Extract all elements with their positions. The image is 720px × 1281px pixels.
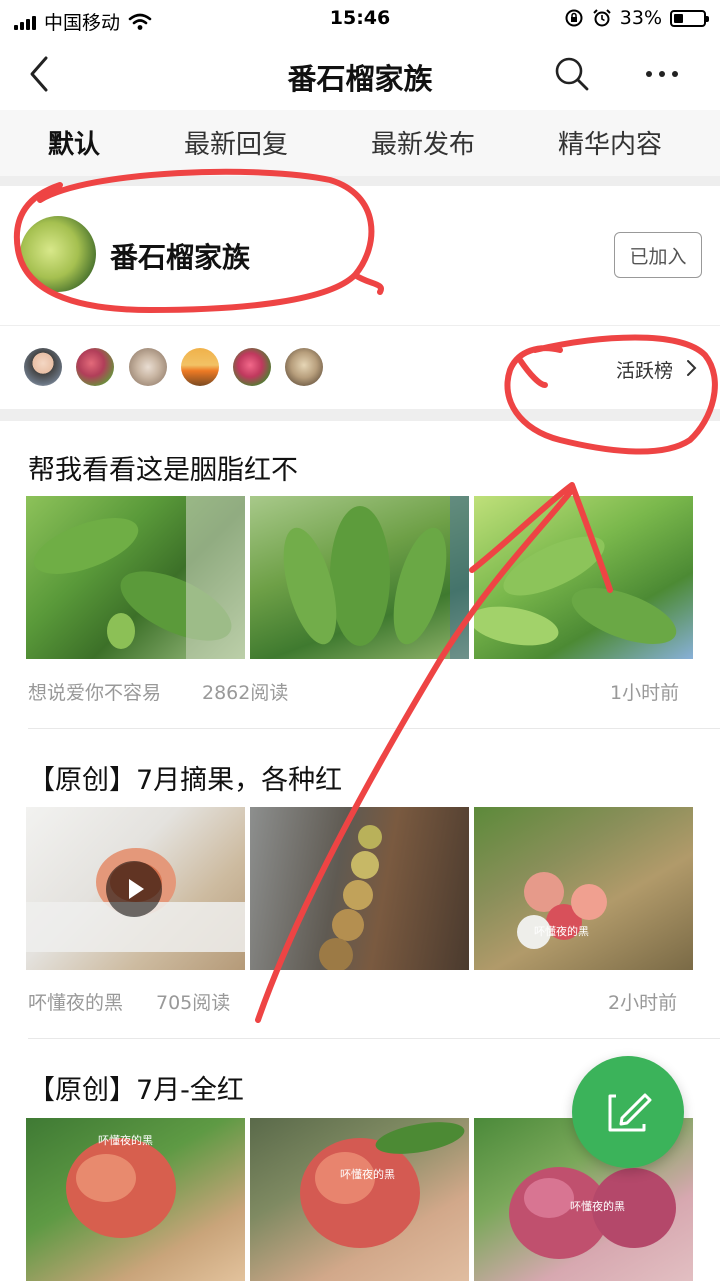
post-image[interactable]: 吥懂夜的黑 [26, 1118, 245, 1281]
alarm-icon [593, 9, 611, 27]
nav-bar: 番石榴家族 [0, 38, 720, 110]
post-image[interactable]: 吥懂夜的黑 [250, 1118, 469, 1281]
battery-percent: 33% [619, 7, 662, 29]
tab-featured[interactable]: 精华内容 [558, 124, 662, 161]
post-title[interactable]: 帮我看看这是胭脂红不 [28, 448, 298, 487]
section-divider [0, 176, 720, 186]
post-time: 1小时前 [610, 682, 680, 704]
play-icon[interactable] [106, 861, 162, 917]
more-icon[interactable] [640, 54, 684, 94]
status-bar: 中国移动 15:46 33% [0, 0, 720, 38]
post-image[interactable]: 吥懂夜的黑 [474, 807, 693, 970]
post-title[interactable]: 【原创】7月摘果，各种红 [28, 758, 342, 797]
watermark: 吥懂夜的黑 [534, 925, 589, 938]
edit-icon [608, 1093, 652, 1132]
tab-latest-reply[interactable]: 最新回复 [184, 124, 288, 161]
active-members-row[interactable]: 活跃榜 [0, 325, 720, 410]
watermark: 吥懂夜的黑 [340, 1168, 395, 1181]
post-image[interactable] [250, 807, 469, 970]
chevron-right-icon[interactable] [686, 359, 698, 377]
search-icon[interactable] [552, 54, 592, 94]
tab-latest-post[interactable]: 最新发布 [371, 124, 475, 161]
post-author[interactable]: 吥懂夜的黑 [28, 988, 123, 1015]
tab-default[interactable]: 默认 [48, 124, 100, 161]
post-video-thumbnail[interactable] [26, 807, 245, 970]
divider [28, 1038, 720, 1039]
active-ranking-link[interactable]: 活跃榜 [616, 356, 673, 383]
section-divider [0, 409, 720, 421]
member-avatar[interactable] [129, 348, 167, 386]
battery-icon [670, 9, 709, 27]
joined-button[interactable]: 已加入 [614, 232, 702, 278]
group-avatar[interactable] [20, 216, 96, 292]
watermark: 吥懂夜的黑 [98, 1134, 153, 1147]
group-header: 番石榴家族 [0, 186, 720, 324]
member-avatar[interactable] [181, 348, 219, 386]
member-avatar[interactable] [76, 348, 114, 386]
post-reads: 2862阅读 [202, 682, 289, 704]
post-image[interactable] [26, 496, 245, 659]
post-time: 2小时前 [608, 992, 678, 1014]
rotation-lock-icon [565, 9, 583, 27]
new-post-button[interactable] [572, 1056, 684, 1168]
page-title: 番石榴家族 [287, 62, 433, 96]
member-avatar[interactable] [24, 348, 62, 386]
group-name: 番石榴家族 [110, 241, 251, 274]
post-author[interactable]: 想说爱你不容易 [28, 678, 161, 705]
watermark: 吥懂夜的黑 [570, 1200, 625, 1213]
post-image[interactable] [250, 496, 469, 659]
tab-bar: 默认 最新回复 最新发布 精华内容 [0, 110, 720, 176]
member-avatar[interactable] [285, 348, 323, 386]
post-reads: 705阅读 [156, 992, 231, 1014]
post-image[interactable] [474, 496, 693, 659]
divider [28, 728, 720, 729]
post-title[interactable]: 【原创】7月-全红 [28, 1068, 244, 1107]
member-avatar[interactable] [233, 348, 271, 386]
